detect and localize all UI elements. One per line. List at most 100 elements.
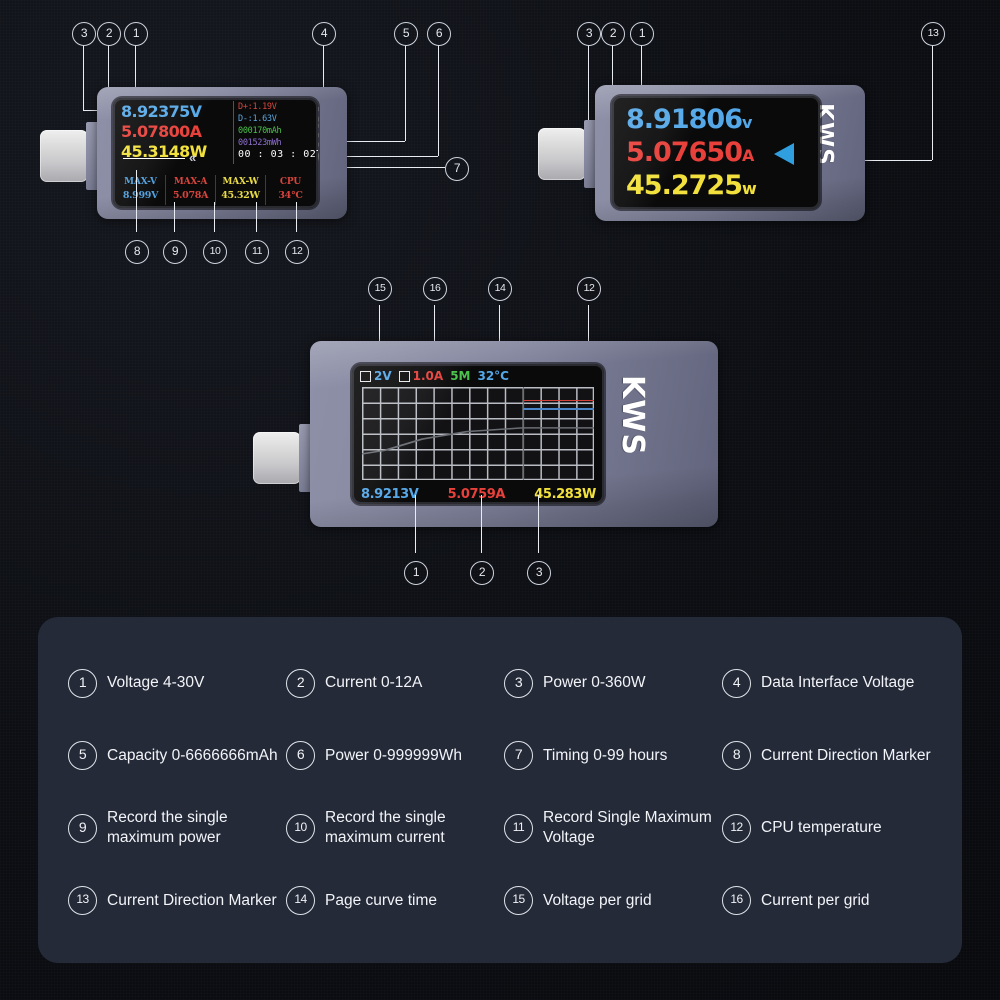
leader-line-12 [296, 202, 298, 232]
max-values-row: MAX-V 8.999V MAX-A 5.078A MAX-W 45.32W C… [116, 175, 315, 205]
legend-item-14: 14 Page curve time [286, 865, 498, 938]
legend-number-2: 2 [286, 668, 315, 698]
legend-text-8: Current Direction Marker [761, 746, 931, 764]
legend-grid: 1 Voltage 4-30V 2 Current 0-12A 3 Power 0-3… [38, 617, 962, 963]
max-current-cell: MAX-A 5.078A [165, 175, 215, 205]
legend-item-5: 5 Capacity 0-6666666mAh [68, 720, 280, 793]
legend-text-7: Timing 0-99 hours [543, 746, 668, 764]
legend-item-7: 7 Timing 0-99 hours [504, 720, 716, 793]
leader-line-d3-1 [415, 495, 417, 553]
volts-per-grid: 2V [360, 369, 392, 383]
device-screen-3: 2V 1.0A 5M 32°C 8.9213V 5.0759A 45.283W [352, 364, 604, 504]
legend-number-6: 6 [286, 741, 315, 771]
screen-divider [233, 101, 234, 164]
legend-item-6: 6 Power 0-999999Wh [286, 720, 498, 793]
legend-text-5: Capacity 0-6666666mAh [107, 746, 278, 764]
callout-14: 14 [488, 277, 512, 301]
voltage-checkbox-icon [360, 371, 371, 382]
legend-number-5: 5 [68, 741, 97, 771]
primary-readings-1: 8.92375V 5.07800A 45.3148W [121, 102, 229, 161]
current-checkbox-icon [398, 371, 410, 382]
brand-logo-3: KWS [615, 375, 650, 456]
callout-11: 11 [245, 240, 269, 264]
legend-item-13: 13 Current Direction Marker [68, 865, 280, 938]
leader-line-10 [214, 202, 216, 232]
callout-9: 9 [163, 240, 187, 264]
callout-2: 2 [97, 22, 121, 46]
legend-number-8: 8 [722, 741, 751, 771]
device-screen-1: 8.92375V 5.07800A 45.3148W « D+:1.19V D-… [113, 98, 318, 208]
voltage-reading-2: 8.91806v [626, 104, 820, 135]
legend-text-15: Voltage per grid [543, 891, 652, 909]
callout-16: 16 [423, 277, 447, 301]
voltage-value-2: 8.91806 [626, 104, 743, 135]
leader-line-d2-3 [588, 45, 590, 125]
max-voltage-cell: MAX-V 8.999V [116, 175, 165, 205]
legend-text-9: Record the single maximum power [107, 809, 228, 847]
callout-d3-12: 12 [577, 277, 601, 301]
legend-item-1: 1 Voltage 4-30V [68, 647, 280, 720]
callout-d3-1: 1 [404, 561, 428, 585]
callout-d3-2: 2 [470, 561, 494, 585]
current-direction-arrow-icon [774, 143, 794, 165]
callout-10: 10 [203, 240, 227, 264]
legend-panel: 1 Voltage 4-30V 2 Current 0-12A 3 Power 0-3… [38, 617, 962, 963]
legend-number-7: 7 [504, 741, 533, 771]
callout-15: 15 [368, 277, 392, 301]
voltage-trace [522, 408, 594, 410]
curve-footer-readings: 8.9213V 5.0759A 45.283W [361, 487, 596, 502]
voltage-reading: 8.92375V [121, 102, 202, 121]
legend-number-12: 12 [722, 813, 751, 843]
legend-number-10: 10 [286, 813, 315, 843]
leader-line-13 [932, 45, 934, 160]
legend-text-16: Current per grid [761, 891, 870, 909]
leader-line-d3-2 [481, 495, 483, 553]
legend-text-14: Page curve time [325, 891, 437, 909]
legend-number-3: 3 [504, 668, 533, 698]
legend-text-12: CPU temperature [761, 819, 882, 837]
cpu-temp-label: CPU [279, 177, 302, 187]
legend-item-10: 10 Record the single maximum current [286, 792, 498, 865]
legend-number-16: 16 [722, 886, 751, 916]
legend-item-8: 8 Current Direction Marker [722, 720, 934, 793]
lcd-main-page: 8.92375V 5.07800A 45.3148W « D+:1.19V D-… [113, 98, 318, 208]
legend-number-9: 9 [68, 813, 97, 843]
legend-text-11: Record Single Maximum Voltage [543, 809, 712, 847]
max-power-label: MAX-W [222, 177, 259, 187]
lcd-curve-page: 2V 1.0A 5M 32°C 8.9213V 5.0759A 45.283W [352, 364, 604, 504]
power-unit-2: w [741, 179, 757, 198]
legend-item-2: 2 Current 0-12A [286, 647, 498, 720]
timer-reading: 00 : 03 : 02T [238, 149, 318, 160]
usb-c-plug-2 [538, 128, 586, 180]
legend-number-4: 4 [722, 668, 751, 698]
callout-d2-2: 2 [601, 22, 625, 46]
legend-item-3: 3 Power 0-360W [504, 647, 716, 720]
curve-time: 5M [450, 369, 471, 383]
current-unit-2: A [741, 146, 754, 165]
cpu-temp-value: 34°C [278, 190, 303, 201]
callout-7: 7 [445, 157, 469, 181]
legend-text-2: Current 0-12A [325, 674, 423, 692]
callout-4: 4 [312, 22, 336, 46]
current-trace [522, 400, 594, 402]
usb-c-plug-3 [253, 432, 301, 484]
leader-line-3 [83, 45, 85, 110]
power-reading-2: 45.2725w [626, 170, 820, 201]
legend-text-4: Data Interface Voltage [761, 674, 915, 692]
legend-number-14: 14 [286, 886, 315, 916]
power-reading-3: 45.283W [534, 487, 596, 502]
legend-text-3: Power 0-360W [543, 674, 646, 692]
legend-number-15: 15 [504, 886, 533, 916]
legend-item-4: 4 Data Interface Voltage [722, 647, 934, 720]
voltage-reading-3: 8.9213V [361, 487, 419, 502]
lcd-big-page: 8.91806v 5.07650A 45.2725w [612, 96, 820, 209]
callout-1: 1 [124, 22, 148, 46]
legend-text-10: Record the single maximum current [325, 809, 446, 847]
legend-number-13: 13 [68, 886, 97, 916]
legend-item-16: 16 Current per grid [722, 865, 934, 938]
callout-5: 5 [394, 22, 418, 46]
callout-12: 12 [285, 240, 309, 264]
max-power-value: 45.32W [221, 190, 260, 201]
secondary-readings-1: D+:1.19V D-:1.63V 000170mAh 001523mWh 00… [238, 101, 318, 161]
max-voltage-value: 8.999V [122, 190, 159, 201]
